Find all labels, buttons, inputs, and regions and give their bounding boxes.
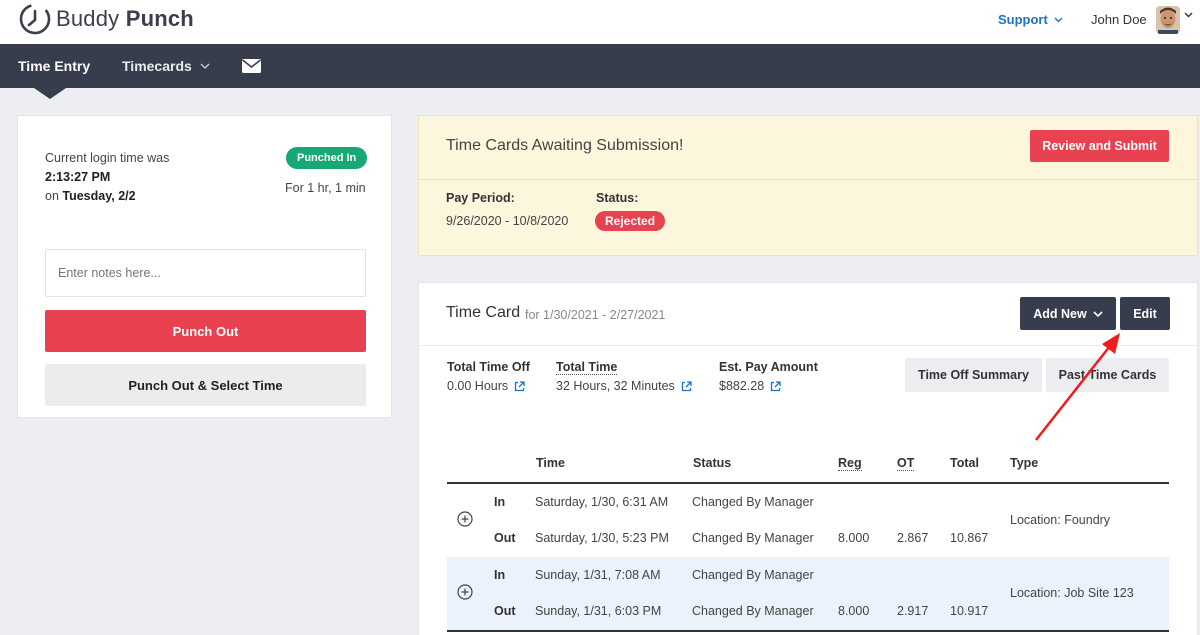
divider [419,345,1199,346]
total-time-off-text: 0.00 Hours [447,379,509,393]
external-link-icon[interactable] [770,380,781,392]
awaiting-submission-panel: Time Cards Awaiting Submission! Review a… [418,115,1199,256]
expand-plus-icon[interactable] [457,511,473,527]
brand-name: Buddy Punch [56,6,194,31]
punch-out-time: Sunday, 1/31, 6:03 PM [535,604,662,618]
pay-period-value: 9/26/2020 - 10/8/2020 [446,214,569,228]
chevron-down-icon [200,63,210,69]
punch-out-status: Changed By Manager [692,531,814,545]
chevron-down-icon [1054,17,1063,22]
total-time-value[interactable]: 32 Hours, 32 Minutes [556,379,692,393]
total-time-off-value[interactable]: 0.00 Hours [447,379,525,393]
status-badge: Punched In [286,147,368,169]
nav-timecards-label: Timecards [122,58,192,74]
punch-out-button[interactable]: Punch Out [45,310,366,352]
entry-type: Location: Job Site 123 [1010,586,1134,600]
punch-out-time: Saturday, 1/30, 5:23 PM [535,531,669,545]
time-card-panel: Time Card for 1/30/2021 - 2/27/2021 Add … [418,282,1199,635]
expand-plus-icon[interactable] [457,584,473,600]
total-hours: 10.917 [950,604,989,618]
login-on-label: on [45,189,59,203]
punch-out-label: Out [494,604,516,618]
punch-in-time: Saturday, 1/30, 6:31 AM [535,495,669,509]
active-nav-indicator [34,88,66,99]
ot-hours: 2.867 [897,531,929,545]
punch-panel: Current login time was 2:13:27 PM on Tue… [17,115,392,418]
est-pay-label: Est. Pay Amount [719,360,818,374]
column-header-type[interactable]: Type [1010,456,1038,470]
past-time-cards-button[interactable]: Past Time Cards [1046,358,1169,392]
user-avatar-image [1156,6,1180,34]
chevron-down-icon[interactable] [1184,12,1193,18]
login-info: Current login time was 2:13:27 PM on Tue… [45,149,169,206]
punch-in-time: Sunday, 1/31, 7:08 AM [535,568,661,582]
punch-in-status: Changed By Manager [692,495,814,509]
punch-duration: For 1 hr, 1 min [285,181,366,195]
column-header-time[interactable]: Time [536,456,565,470]
main-nav: Time Entry Timecards [0,44,1200,88]
user-name[interactable]: John Doe [1091,12,1147,27]
punch-out-select-time-button[interactable]: Punch Out & Select Time [45,364,366,406]
brand-logo[interactable]: Buddy Punch [18,2,194,36]
add-new-label: Add New [1033,306,1087,321]
reg-hours: 8.000 [838,531,870,545]
notes-input[interactable] [45,249,366,297]
avatar[interactable] [1156,6,1180,34]
reg-hours: 8.000 [838,604,870,618]
column-header-status[interactable]: Status [693,456,731,470]
time-off-summary-button[interactable]: Time Off Summary [905,358,1042,392]
status-label: Status: [596,191,639,205]
nav-time-entry[interactable]: Time Entry [18,58,90,74]
top-header: Buddy Punch Support John Doe [0,0,1200,44]
punch-in-label: In [494,495,506,509]
total-time-off-label: Total Time Off [447,360,530,374]
est-pay-value[interactable]: $882.28 [719,379,781,393]
punch-in-label: In [494,568,506,582]
total-time-label: Total Time [556,360,618,375]
edit-button[interactable]: Edit [1120,297,1170,330]
punch-out-label: Out [494,531,516,545]
chevron-down-icon [1093,310,1103,317]
support-label: Support [998,12,1048,27]
punch-out-status: Changed By Manager [692,604,814,618]
time-card-title: Time Card [446,304,521,321]
total-time-text: 32 Hours, 32 Minutes [556,379,675,393]
awaiting-title: Time Cards Awaiting Submission! [446,137,684,154]
login-time: 2:13:27 PM [45,170,111,184]
login-info-label: Current login time was [45,151,170,165]
column-header-ot[interactable]: OT [897,456,915,471]
column-header-reg[interactable]: Reg [838,456,862,471]
clock-logo-icon [19,3,51,35]
table-bottom-divider [447,630,1169,632]
est-pay-text: $882.28 [719,379,765,393]
time-card-range: for 1/30/2021 - 2/27/2021 [525,308,666,322]
add-new-button[interactable]: Add New [1020,297,1116,330]
external-link-icon[interactable] [514,380,525,392]
rejected-status-badge: Rejected [595,211,666,231]
support-menu[interactable]: Support [998,12,1063,27]
column-header-total[interactable]: Total [950,456,979,470]
entry-type: Location: Foundry [1010,513,1111,527]
envelope-icon[interactable] [242,59,261,73]
login-day: Tuesday, 2/2 [62,189,136,203]
ot-hours: 2.917 [897,604,929,618]
divider [419,179,1199,180]
external-link-icon[interactable] [681,380,692,392]
review-and-submit-button[interactable]: Review and Submit [1030,130,1169,162]
pay-period-label: Pay Period: [446,191,515,205]
total-hours: 10.867 [950,531,989,545]
punch-in-status: Changed By Manager [692,568,814,582]
nav-timecards[interactable]: Timecards [122,58,210,74]
